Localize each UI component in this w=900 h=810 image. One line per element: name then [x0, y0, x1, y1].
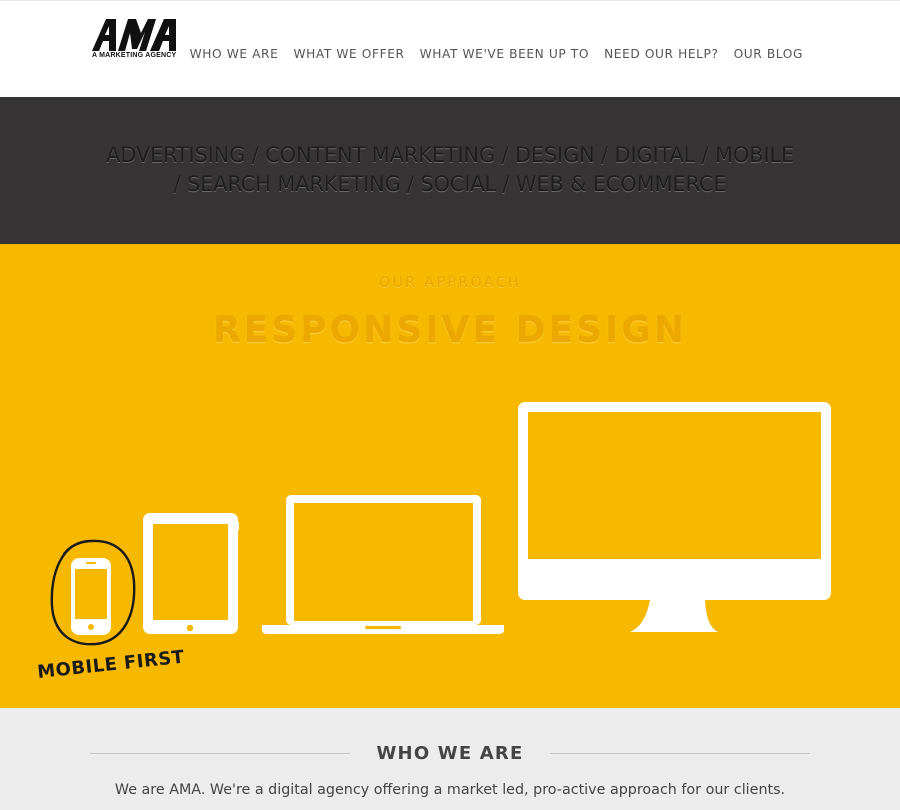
who-we-are-section: WHO WE ARE We are AMA. We're a digital a…: [0, 708, 900, 810]
services-band: ADVERTISING / CONTENT MARKETING / DESIGN…: [0, 97, 900, 244]
ama-logo[interactable]: A MARKETING AGENCY: [92, 19, 182, 61]
devices-illustration: MOBILE FIRST: [36, 402, 831, 683]
services-list: ADVERTISING / CONTENT MARKETING / DESIGN…: [0, 141, 900, 199]
nav-our-blog[interactable]: OUR BLOG: [734, 47, 803, 61]
main-nav: WHO WE ARE WHAT WE OFFER WHAT WE'VE BEEN…: [175, 47, 803, 61]
ama-logo-mark: [92, 19, 176, 51]
nav-what-weve-been-up-to[interactable]: WHAT WE'VE BEEN UP TO: [420, 47, 589, 61]
nav-need-our-help[interactable]: NEED OUR HELP?: [604, 47, 719, 61]
services-line-2: / SEARCH MARKETING / SOCIAL / WEB & ECOM…: [173, 172, 727, 196]
nav-who-we-are[interactable]: WHO WE ARE: [190, 47, 279, 61]
services-line-1: ADVERTISING / CONTENT MARKETING / DESIGN…: [106, 143, 794, 167]
nav-what-we-offer[interactable]: WHAT WE OFFER: [293, 47, 404, 61]
smartphone-icon: [71, 558, 111, 635]
heading-divider-right: [550, 753, 810, 754]
who-we-are-intro: We are AMA. We're a digital agency offer…: [114, 782, 786, 798]
who-we-are-heading: WHO WE ARE: [376, 743, 524, 764]
approach-section: OUR APPROACH RESPONSIVE DESIGN MOBILE FI…: [0, 244, 900, 708]
logo-subtitle: A MARKETING AGENCY: [92, 52, 177, 59]
mobile-first-label: MOBILE FIRST: [36, 647, 185, 683]
tablet-icon: [143, 513, 239, 634]
desktop-monitor-icon: [518, 402, 831, 632]
laptop-icon: [262, 495, 504, 634]
heading-divider-left: [90, 753, 350, 754]
site-header: A MARKETING AGENCY WHO WE ARE WHAT WE OF…: [0, 0, 900, 97]
